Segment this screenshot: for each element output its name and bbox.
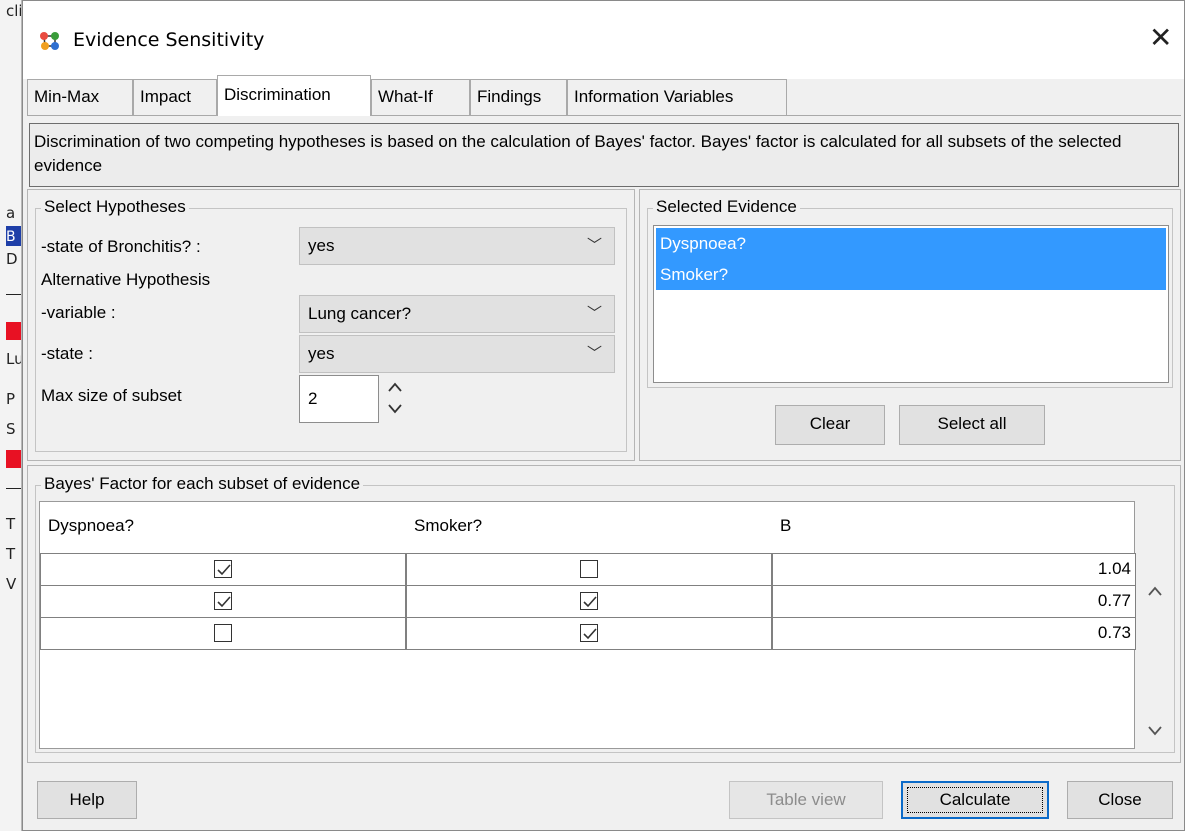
evidence-sensitivity-dialog: Evidence Sensitivity ✕ Min-Max Impact Di… <box>22 0 1185 831</box>
select-hypotheses-legend: Select Hypotheses <box>41 197 189 217</box>
chevron-up-icon[interactable] <box>1147 585 1163 597</box>
variable-dropdown[interactable]: Lung cancer? ﹀ <box>299 295 615 333</box>
select-all-button[interactable]: Select all <box>899 405 1045 445</box>
selected-evidence-legend: Selected Evidence <box>653 197 800 217</box>
evidence-list-item[interactable]: Smoker? <box>656 259 1166 290</box>
background-red-marker <box>6 322 21 340</box>
state-value: yes <box>308 236 335 255</box>
network-nodes-icon <box>40 32 59 50</box>
b-value-cell: 0.77 <box>772 585 1136 618</box>
checkmark-icon <box>217 596 231 608</box>
background-app-text: S <box>6 420 16 438</box>
focus-ring <box>907 787 1043 813</box>
calculate-button[interactable]: Calculate <box>901 781 1049 819</box>
smoker-cell[interactable] <box>406 553 772 586</box>
bayes-factor-legend: Bayes' Factor for each subset of evidenc… <box>41 474 364 494</box>
tab-impact[interactable]: Impact <box>133 79 217 115</box>
variable-value: Lung cancer? <box>308 304 412 323</box>
b-value: 0.77 <box>1097 591 1131 610</box>
close-icon[interactable]: ✕ <box>1149 21 1172 54</box>
dialog-title: Evidence Sensitivity <box>73 29 265 51</box>
alt-state-dropdown[interactable]: yes ﹀ <box>299 335 615 373</box>
tab-what-if[interactable]: What-If <box>371 79 470 115</box>
max-subset-input[interactable]: 2 <box>299 375 379 423</box>
clear-button[interactable]: Clear <box>775 405 885 445</box>
background-app-text: Lu <box>6 350 22 368</box>
tab-discrimination[interactable]: Discrimination <box>217 75 371 116</box>
background-red-marker <box>6 450 21 468</box>
divider <box>6 488 21 489</box>
dyspnoea-cell[interactable] <box>40 553 406 586</box>
checkbox[interactable] <box>580 624 598 642</box>
checkbox[interactable] <box>214 624 232 642</box>
smoker-cell[interactable] <box>406 585 772 618</box>
b-value: 0.73 <box>1097 623 1131 642</box>
state-label: -state of Bronchitis? : <box>41 237 201 256</box>
divider <box>6 294 21 295</box>
state-dropdown[interactable]: yes ﹀ <box>299 227 615 265</box>
background-app-text: V <box>6 575 17 593</box>
chevron-down-icon: ﹀ <box>586 237 602 254</box>
checkmark-icon <box>583 596 597 608</box>
alt-state-value: yes <box>308 344 335 363</box>
chevron-down-icon: ﹀ <box>586 345 602 362</box>
background-app-strip: cli a B D Lu P S T T V <box>0 0 22 831</box>
chevron-down-icon <box>388 404 402 414</box>
spinner-arrows[interactable] <box>387 379 403 417</box>
max-subset-label: Max size of subset <box>41 386 182 405</box>
tab-strip-divider <box>27 115 1181 116</box>
background-selected-item: B <box>6 226 21 246</box>
column-header-dyspnoea[interactable]: Dyspnoea? <box>40 502 404 552</box>
dyspnoea-cell[interactable] <box>40 585 406 618</box>
tab-findings[interactable]: Findings <box>470 79 567 115</box>
checkbox[interactable] <box>580 560 598 578</box>
dyspnoea-cell[interactable] <box>40 617 406 650</box>
column-header-b[interactable]: B <box>772 502 1134 552</box>
checkbox[interactable] <box>214 560 232 578</box>
b-value-cell: 1.04 <box>772 553 1136 586</box>
checkbox[interactable] <box>214 592 232 610</box>
background-app-text: T <box>6 515 16 533</box>
evidence-list-item[interactable]: Dyspnoea? <box>656 228 1166 259</box>
column-header-smoker[interactable]: Smoker? <box>406 502 770 552</box>
chevron-down-icon[interactable] <box>1147 725 1163 737</box>
b-value: 1.04 <box>1097 559 1131 578</box>
alt-state-label: -state : <box>41 344 93 363</box>
background-app-text: D <box>6 250 18 268</box>
tab-min-max[interactable]: Min-Max <box>27 79 133 115</box>
checkbox[interactable] <box>580 592 598 610</box>
chevron-down-icon: ﹀ <box>586 305 602 322</box>
table-view-button[interactable]: Table view <box>729 781 883 819</box>
variable-label: -variable : <box>41 303 116 322</box>
background-app-text: P <box>6 390 16 408</box>
background-app-text: a <box>6 204 16 222</box>
background-app-text: T <box>6 545 16 563</box>
checkmark-icon <box>217 564 231 576</box>
smoker-cell[interactable] <box>406 617 772 650</box>
chevron-up-icon <box>388 382 402 392</box>
background-app-text: cli <box>6 2 22 20</box>
description-text: Discrimination of two competing hypothes… <box>29 123 1179 187</box>
tab-information-variables[interactable]: Information Variables <box>567 79 787 115</box>
checkmark-icon <box>583 628 597 640</box>
help-button[interactable]: Help <box>37 781 137 819</box>
alternative-hypothesis-label: Alternative Hypothesis <box>41 270 211 289</box>
close-button[interactable]: Close <box>1067 781 1173 819</box>
evidence-list[interactable]: Dyspnoea? Smoker? <box>653 225 1169 383</box>
b-value-cell: 0.73 <box>772 617 1136 650</box>
title-bar: Evidence Sensitivity ✕ <box>23 1 1184 79</box>
